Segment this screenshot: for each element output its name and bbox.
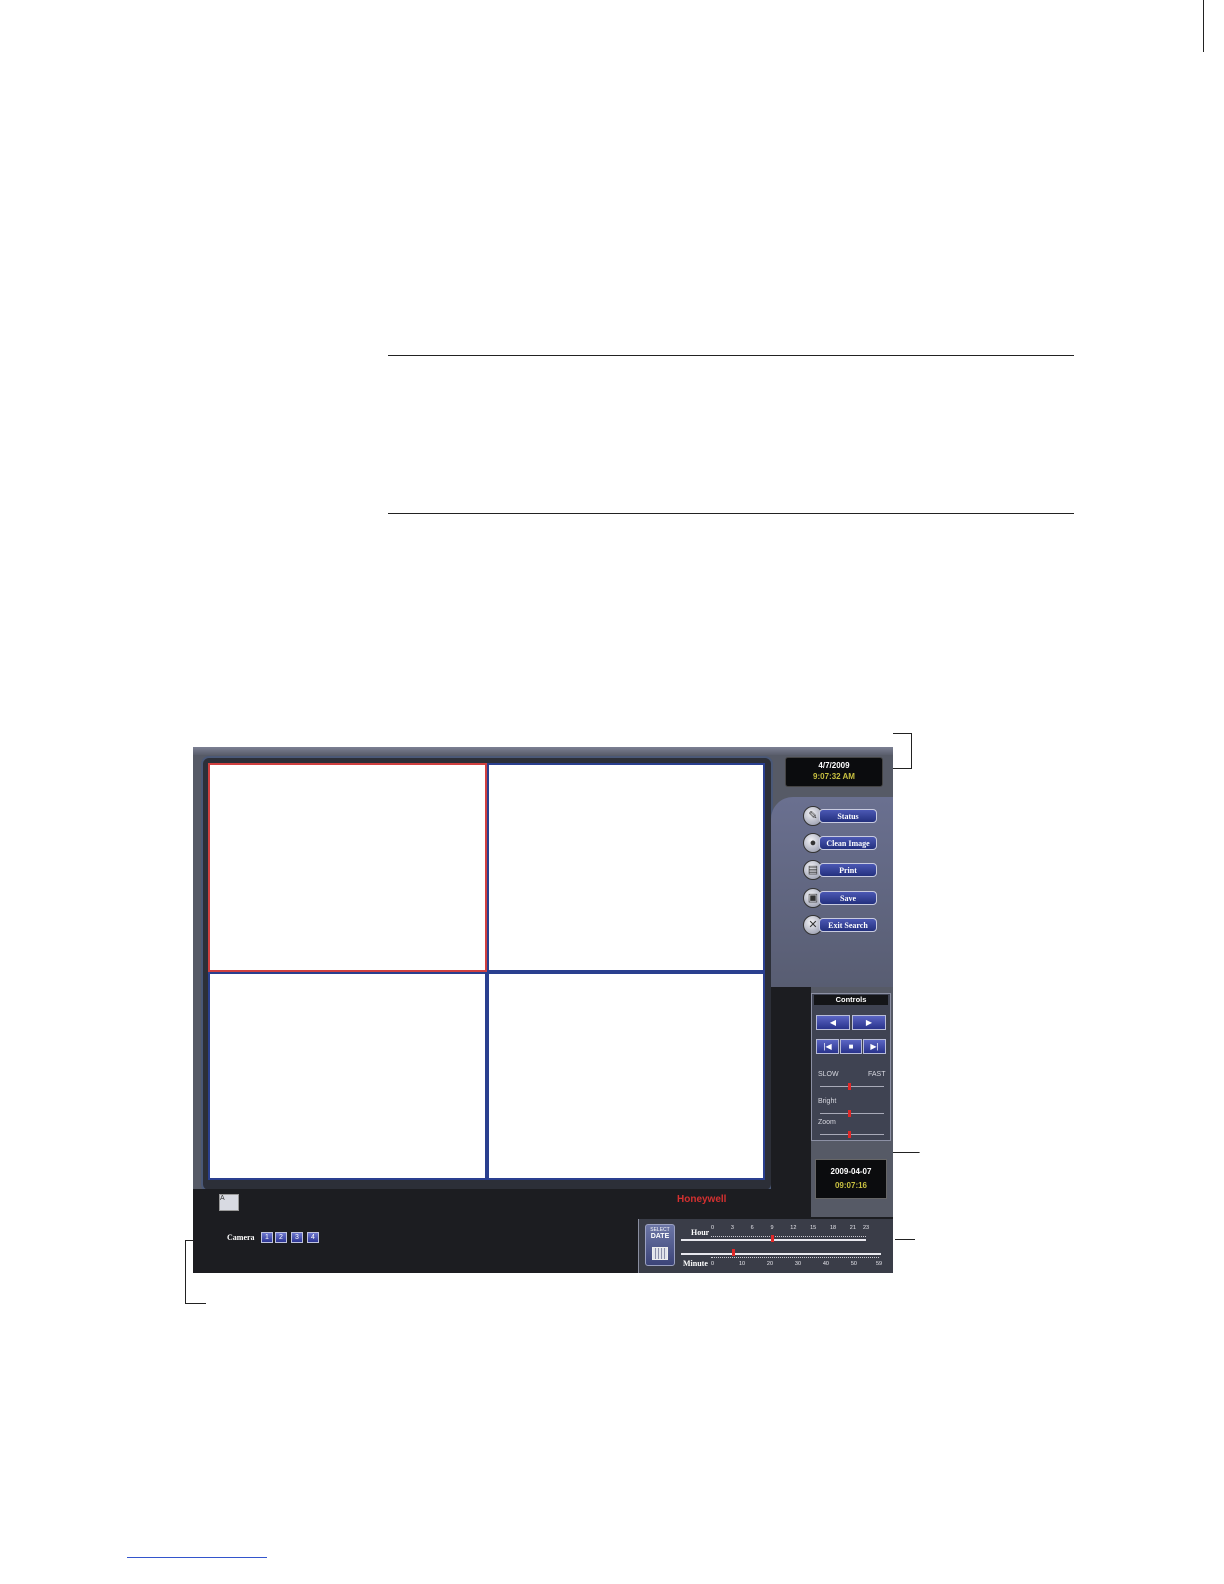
calendar-icon	[652, 1247, 668, 1260]
layout-icon-label: A	[220, 1195, 225, 1202]
minute-tick-label: 40	[822, 1261, 829, 1267]
clean-image-button[interactable]: ● Clean Image	[803, 833, 879, 853]
camera-label: Camera	[227, 1233, 255, 1242]
minute-slider[interactable]	[681, 1253, 881, 1255]
minute-tick-label: 50	[850, 1261, 857, 1267]
minute-slider-thumb[interactable]	[731, 1249, 735, 1256]
zoom-slider-thumb[interactable]	[848, 1131, 851, 1138]
bright-slider[interactable]	[820, 1113, 884, 1114]
hour-tick-label: 3	[730, 1225, 734, 1231]
section-rule-top	[388, 355, 1074, 356]
zoom-slider[interactable]	[820, 1134, 884, 1135]
hour-tick-label: 18	[829, 1225, 837, 1231]
camera-button-1[interactable]: 1	[261, 1232, 273, 1243]
current-datetime-display: 4/7/2009 9:07:32 AM	[785, 757, 883, 787]
layout-icon[interactable]: A	[219, 1194, 239, 1211]
save-button[interactable]: ▣ Save	[803, 888, 879, 908]
clean-image-button-label: Clean Image	[819, 836, 877, 850]
status-button[interactable]: ✎ Status	[803, 806, 879, 826]
save-button-label: Save	[819, 891, 877, 905]
brand-logo: Honeywell	[677, 1194, 727, 1205]
window-top-band	[193, 747, 893, 755]
bright-slider-thumb[interactable]	[848, 1110, 851, 1117]
camera-button-3[interactable]: 3	[291, 1232, 303, 1243]
playback-date: 2009-04-07	[830, 1167, 872, 1176]
status-button-label: Status	[819, 809, 877, 823]
skip-end-button[interactable]: ▶|	[863, 1039, 886, 1054]
camera-button-2[interactable]: 2	[275, 1232, 287, 1243]
stop-button[interactable]: ■	[840, 1039, 862, 1054]
minute-tick-marks	[711, 1257, 879, 1260]
exit-search-button-label: Exit Search	[819, 918, 877, 932]
select-date-button[interactable]: SELECT DATE	[645, 1224, 675, 1266]
hour-slider-thumb[interactable]	[771, 1235, 775, 1242]
controls-title: Controls	[814, 995, 888, 1005]
minute-tick-label: 0	[711, 1261, 715, 1267]
minute-tick-label: 10	[738, 1261, 746, 1267]
skip-start-button[interactable]: |◀	[816, 1039, 839, 1054]
speed-fast-label: FAST	[868, 1071, 886, 1078]
camera-view-3[interactable]	[208, 972, 487, 1180]
speed-slider-thumb[interactable]	[848, 1083, 851, 1090]
hour-tick-label: 23	[863, 1225, 870, 1231]
panel-gap	[771, 987, 811, 1217]
current-date: 4/7/2009	[818, 761, 850, 770]
hour-tick-label: 12	[790, 1225, 797, 1231]
playback-controls: Controls ◀ ▶ |◀ ■ ▶| SLOW FAST Bright Zo…	[811, 993, 891, 1141]
hour-tick-label: 0	[711, 1225, 715, 1231]
playback-time: 09:07:16	[834, 1181, 868, 1190]
camera-button-4[interactable]: 4	[307, 1232, 319, 1243]
play-forward-button[interactable]: ▶	[852, 1015, 886, 1030]
minute-tick-label: 20	[766, 1261, 774, 1267]
camera-view-1[interactable]	[208, 763, 487, 972]
footer-link-underline	[127, 1557, 267, 1558]
callout-datetime	[893, 733, 912, 769]
speed-slow-label: SLOW	[818, 1071, 839, 1078]
hour-tick-label: 15	[810, 1225, 817, 1231]
minute-tick-label: 30	[794, 1261, 802, 1267]
hour-tick-label: 9	[770, 1225, 774, 1231]
hour-label: Hour	[691, 1228, 710, 1237]
exit-search-button[interactable]: ✕ Exit Search	[803, 915, 879, 935]
playback-datetime-display: 2009-04-07 09:07:16	[815, 1159, 887, 1199]
hour-tick-label: 21	[849, 1225, 856, 1231]
callout-timeline	[895, 1239, 915, 1240]
page-margin-line	[1203, 0, 1204, 52]
current-time: 9:07:32 AM	[813, 772, 855, 781]
section-rule-bottom	[388, 513, 1074, 514]
print-button-label: Print	[819, 863, 877, 877]
zoom-label: Zoom	[818, 1119, 836, 1126]
camera-view-2[interactable]	[487, 763, 765, 972]
print-button[interactable]: ▤ Print	[803, 860, 879, 880]
select-date-line2: DATE	[650, 1233, 670, 1240]
hour-tick-label: 6	[750, 1225, 754, 1231]
minute-tick-label: 59	[876, 1261, 883, 1267]
camera-grid	[208, 763, 765, 1180]
speed-slider[interactable]	[820, 1086, 884, 1087]
minute-label: Minute	[683, 1259, 708, 1268]
play-backward-button[interactable]: ◀	[816, 1015, 850, 1030]
bright-label: Bright	[818, 1098, 837, 1105]
camera-view-4[interactable]	[487, 972, 765, 1180]
